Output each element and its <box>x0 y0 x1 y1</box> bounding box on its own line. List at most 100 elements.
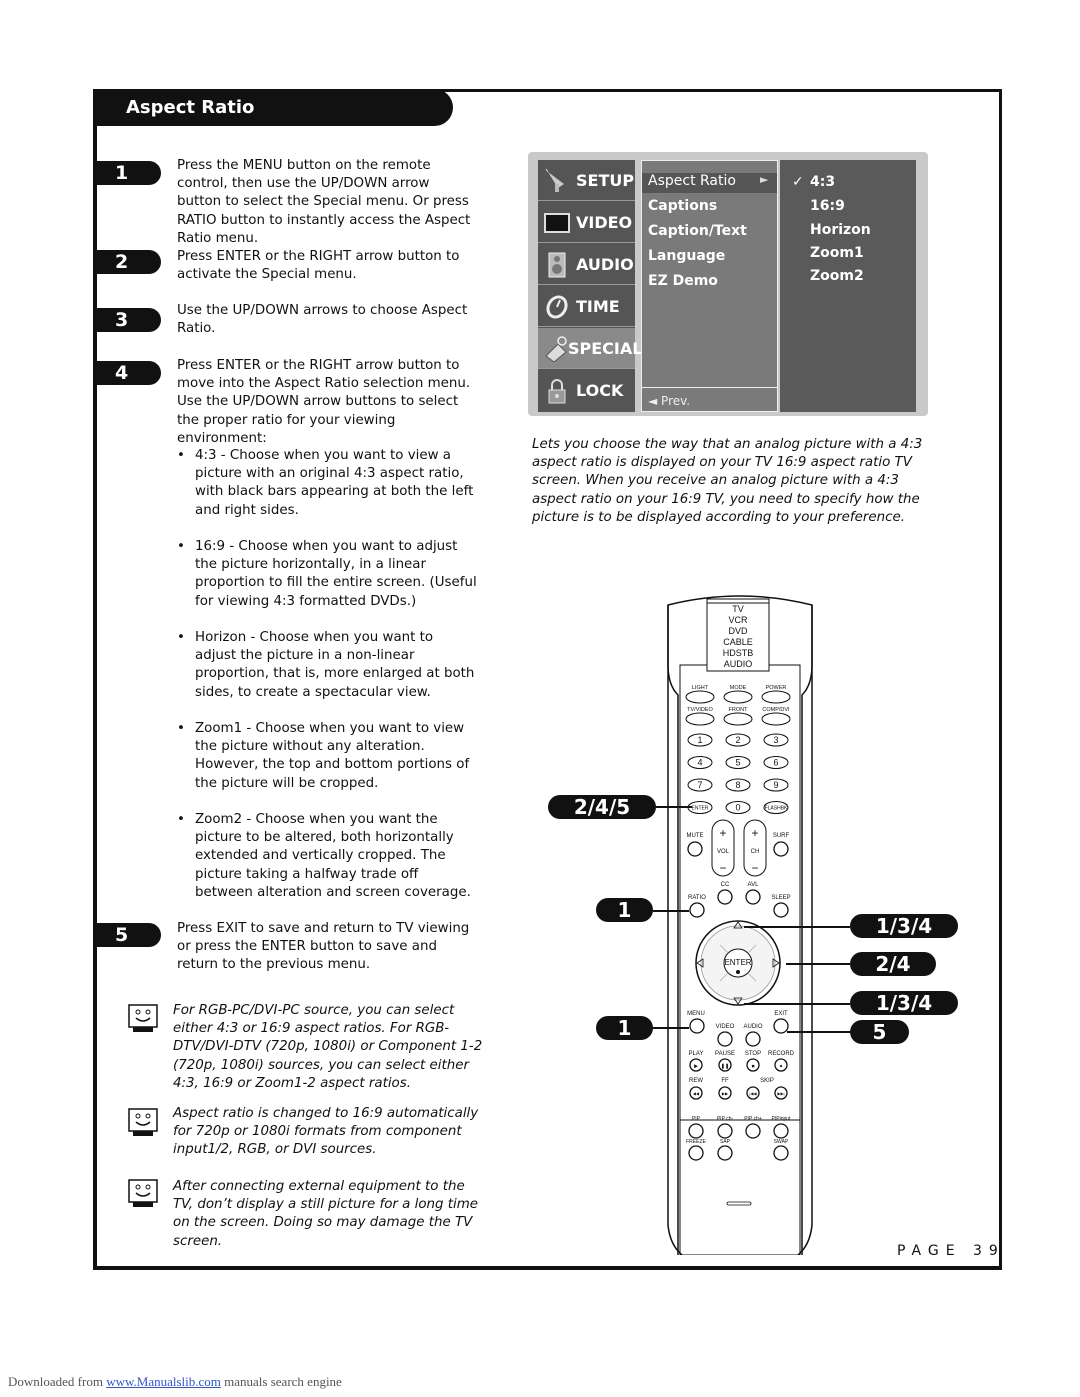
callout-ratio: 1 <box>596 898 653 922</box>
footer-suffix: manuals search engine <box>224 1374 342 1389</box>
button-front[interactable] <box>723 712 753 726</box>
label-pipinput: PIPinput <box>772 1116 792 1122</box>
osd-category-setup[interactable]: SETUP <box>538 160 635 201</box>
osd-category-audio[interactable]: AUDIO <box>538 244 635 285</box>
step-number-5: 5 <box>93 923 161 947</box>
label-record: RECORD <box>768 1051 795 1057</box>
osd-category-special[interactable]: SPECIAL <box>538 328 642 369</box>
button-mode[interactable] <box>723 690 753 704</box>
label-mode: MODE <box>730 685 747 691</box>
mute-button[interactable] <box>687 841 703 857</box>
callout-line <box>653 1027 689 1029</box>
exit-button[interactable] <box>773 1018 789 1034</box>
section-title: Aspect Ratio <box>93 89 453 126</box>
sap-button[interactable] <box>717 1145 733 1161</box>
dpad-enter-label: ENTER <box>724 958 751 967</box>
pip-button-2[interactable] <box>745 1123 761 1139</box>
label-play: PLAY <box>689 1051 704 1057</box>
bullet-4-3: • 4:3 - Choose when you want to view a pi… <box>177 448 474 518</box>
bullet-text: 4:3 - Choose when you want to view a pic… <box>195 448 474 518</box>
stop-icon: ■ <box>751 1064 754 1070</box>
osd-item-caption-text[interactable]: Caption/Text <box>648 223 747 239</box>
mode-label-vcr: VCR <box>728 615 748 625</box>
step-text-1: Press the MENU button on the remote cont… <box>177 158 471 246</box>
vol-down-icon: − <box>719 861 726 875</box>
osd-option-horizon[interactable]: Horizon <box>810 222 871 238</box>
osd-option-4-3[interactable]: 4:3 <box>810 174 835 190</box>
label-audio: AUDIO <box>743 1024 762 1030</box>
note-tv-icon <box>128 1004 158 1032</box>
sleep-button[interactable] <box>773 902 789 918</box>
osd-item-language[interactable]: Language <box>648 248 725 264</box>
key-label-enter: ENTER <box>692 806 709 812</box>
callout-line <box>744 1003 850 1005</box>
label-pause: PAUSE <box>715 1051 735 1057</box>
label-sap: SAP <box>720 1139 731 1145</box>
swap-button[interactable] <box>773 1145 789 1161</box>
osd-category-video[interactable]: VIDEO <box>538 202 635 243</box>
key-label-8: 8 <box>735 780 740 790</box>
osd-option-zoom2[interactable]: Zoom2 <box>810 268 864 284</box>
osd-category-list: SETUP VIDEO AUDIO TIME SPECIAL LOCK <box>538 160 642 412</box>
note-text-2: Aspect ratio is changed to 16:9 automati… <box>173 1106 479 1158</box>
key-label-0: 0 <box>735 803 740 813</box>
label-rew: REW <box>689 1078 703 1084</box>
video-button[interactable] <box>717 1031 733 1047</box>
clock-icon <box>546 295 568 319</box>
osd-option-16-9[interactable]: 16:9 <box>810 198 845 214</box>
step-text-5: Press EXIT to save and return to TV view… <box>177 921 470 973</box>
mode-label-audio: AUDIO <box>724 659 753 669</box>
osd-prev-button[interactable]: ◄ Prev. <box>648 394 690 408</box>
bullet-horizon: • Horizon - Choose when you want to adjus… <box>177 630 475 700</box>
osd-category-label: TIME <box>576 297 620 316</box>
play-icon: ▶ <box>694 1064 698 1070</box>
osd-option-zoom1[interactable]: Zoom1 <box>810 245 864 261</box>
osd-item-captions[interactable]: Captions <box>648 198 717 214</box>
vol-up-icon: + <box>719 826 726 840</box>
pip-button-1[interactable] <box>717 1123 733 1139</box>
audio-button[interactable] <box>745 1031 761 1047</box>
osd-category-label: SETUP <box>576 171 635 190</box>
avl-button[interactable] <box>745 889 761 905</box>
button-compdvi[interactable] <box>761 712 791 726</box>
step-text-4: Press ENTER or the RIGHT arrow button to… <box>177 358 471 446</box>
label-vol: VOL <box>717 849 730 855</box>
key-label-1: 1 <box>697 735 702 745</box>
lock-icon <box>548 379 566 404</box>
key-label-5: 5 <box>735 758 740 768</box>
page-number: PAGE 39 <box>897 1243 1005 1259</box>
surf-button[interactable] <box>773 841 789 857</box>
osd-category-lock[interactable]: LOCK <box>538 370 635 411</box>
cc-button[interactable] <box>717 889 733 905</box>
button-light[interactable] <box>685 690 715 704</box>
callout-up: 1/3/4 <box>850 914 958 938</box>
step-number-2: 2 <box>93 250 161 274</box>
bullet-16-9: • 16:9 - Choose when you want to adjust t… <box>177 539 477 609</box>
osd-item-aspect-ratio[interactable]: Aspect Ratio <box>648 173 736 189</box>
note-text-3: After connecting external equipment to t… <box>173 1179 479 1249</box>
remote-control: TVVCRDVDCABLEHDSTBAUDIO LIGHT MODE POWERTV… <box>667 595 813 1255</box>
callout-line <box>653 910 689 912</box>
bullet-text: 16:9 - Choose when you want to adjust th… <box>195 539 477 609</box>
footer-prefix: Downloaded from <box>8 1374 103 1389</box>
label-tvvideo: TV/VIDEO <box>687 707 713 713</box>
rew-icon: ◀◀ <box>693 1091 700 1096</box>
osd-divider <box>642 387 777 388</box>
step-number-1: 1 <box>93 161 161 185</box>
label-swap: SWAP <box>774 1139 789 1145</box>
callout-exit: 5 <box>850 1020 909 1044</box>
osd-category-time[interactable]: TIME <box>538 286 635 327</box>
button-tvvideo[interactable] <box>685 712 715 726</box>
callout-enter: 2/4/5 <box>548 795 656 819</box>
pip-button-0[interactable] <box>688 1123 704 1139</box>
skip-back-icon: |◀◀ <box>749 1091 757 1096</box>
menu-button[interactable] <box>689 1018 705 1034</box>
ratio-button[interactable] <box>689 902 705 918</box>
label-front: FRONT <box>729 707 749 713</box>
freeze-button[interactable] <box>688 1145 704 1161</box>
button-power[interactable] <box>761 690 791 704</box>
pip-button-3[interactable] <box>773 1123 789 1139</box>
osd-item-ez-demo[interactable]: EZ Demo <box>648 273 718 289</box>
key-label-3: 3 <box>773 735 778 745</box>
manualslib-link[interactable]: www.Manualslib.com <box>106 1374 221 1389</box>
